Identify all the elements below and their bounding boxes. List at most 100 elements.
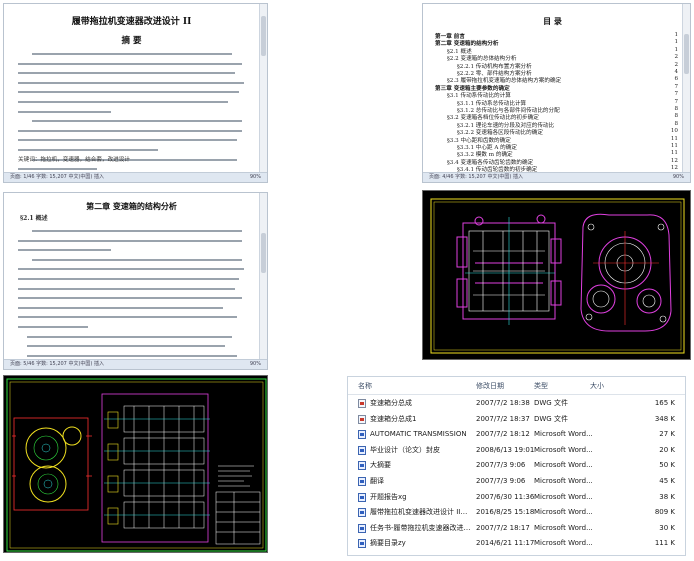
cad-drawing-gearbox-views	[422, 190, 691, 360]
cad-drawing-gearbox-assembly	[3, 375, 268, 553]
file-row[interactable]: 任务书-履带拖拉机变速器改进设计 II 2007/7/2 18:17 Microso…	[352, 522, 685, 535]
scrollbar-thumb[interactable]	[261, 233, 266, 273]
status-text: 页面: 4/46 字数: 15,207 中文(中国) 插入	[429, 174, 523, 180]
toc-entry-page: 12	[670, 165, 678, 172]
status-text: 页面: 1/46 字数: 15,207 中文(中国) 插入	[10, 174, 104, 180]
zoom-level[interactable]: 90%	[673, 173, 684, 182]
file-name: 翻译	[370, 477, 384, 485]
keywords-line: 关键词：拖拉机，变速器，结合套，改进设计	[18, 157, 130, 163]
cad-assembly-canvas	[6, 378, 267, 552]
file-row[interactable]: 翻译 2007/7/3 9:06 Microsoft Word... 45 K	[352, 475, 685, 488]
word-document-chapter2: 第二章 变速箱的结构分析 §2.1 概述 页面: 5/46 字数: 15,207…	[3, 192, 268, 370]
column-header-date[interactable]: 修改日期	[476, 381, 504, 391]
word-file-icon	[358, 461, 366, 471]
status-bar: 页面: 5/46 字数: 15,207 中文(中国) 插入 90%	[4, 359, 267, 369]
column-header-type[interactable]: 类型	[534, 381, 548, 391]
word-file-icon	[358, 430, 366, 440]
toc-entry-page: 12	[670, 157, 678, 164]
file-row[interactable]: 大摘要 2007/7/3 9:06 Microsoft Word... 50 K	[352, 459, 685, 472]
file-date: 2007/7/2 18:38	[476, 399, 530, 407]
document-title: 履带拖拉机变速器改进设计 II	[71, 17, 192, 27]
dwg-file-icon	[358, 414, 366, 424]
toc-entry-page: 11	[670, 143, 678, 149]
file-date: 2007/7/2 18:12	[476, 430, 530, 439]
zoom-level[interactable]: 90%	[250, 360, 261, 369]
file-name: 摘要目录zy	[370, 539, 406, 548]
file-row[interactable]: 变速箱分总成 2007/7/2 18:38 DWG 文件 165 K	[352, 397, 685, 410]
column-header-size[interactable]: 大小	[590, 381, 604, 391]
toc-entry-page: 7	[674, 98, 678, 105]
file-date: 2007/7/3 9:06	[476, 461, 526, 470]
toc-entry-page: 10	[670, 128, 678, 135]
file-row[interactable]: 履带拖拉机变速器改进设计 II（有cad图）2016/8/25 15:18Mic…	[352, 506, 685, 519]
toc-entry-page: 7	[674, 83, 678, 90]
word-file-icon	[358, 508, 366, 518]
toc-entry-page: 2	[674, 54, 678, 61]
file-row[interactable]: AUTOMATIC TRANSMISSION 2007/7/2 18:12 Micr…	[352, 428, 685, 441]
file-date: 2007/7/3 9:06	[476, 477, 526, 485]
vertical-scrollbar[interactable]	[682, 4, 690, 173]
word-document-abstract: 履带拖拉机变速器改进设计 II 摘 要 关键词：拖拉机，变速器，结合套，改进设计…	[3, 3, 268, 183]
file-size: 348 K	[654, 414, 675, 423]
word-document-toc: 目 录 第一章 前言 1 第二章 变速箱的结构分析 1 §2.1 概述 1 §2.2 变速箱…	[422, 3, 691, 183]
word-file-icon	[358, 477, 366, 486]
file-type: Microsoft Word...	[534, 492, 593, 501]
abstract-heading: 摘 要	[121, 36, 142, 46]
file-name: 任务书-履带拖拉机变速器改进设计 II	[370, 523, 474, 532]
file-name: 变速箱分总成1	[370, 414, 417, 423]
toc-entry-page: 8	[674, 106, 678, 112]
scrollbar-thumb[interactable]	[261, 16, 266, 56]
file-date: 2014/6/21 11:17	[476, 539, 535, 548]
toc-entry-page: 6	[674, 76, 678, 83]
file-type: DWG 文件	[534, 414, 568, 423]
file-size: 30 K	[659, 523, 675, 532]
toc-entry-page: 8	[674, 120, 678, 127]
file-name: 大摘要	[370, 461, 391, 470]
word-file-icon	[358, 523, 366, 533]
word-file-icon	[358, 445, 366, 455]
file-row[interactable]: 变速箱分总成1 2007/7/2 18:37 DWG 文件 348 K	[352, 413, 685, 426]
file-date: 2008/6/13 19:01	[476, 445, 535, 454]
file-size: 809 K	[654, 508, 675, 517]
toc-entry-page: 1	[674, 32, 678, 38]
file-row[interactable]: 开题报告xg 2007/6/30 11:36 Microsoft Word... 38…	[352, 491, 685, 504]
toc-entry-page: 8	[674, 113, 678, 120]
toc-entry-page: 2	[674, 61, 678, 68]
file-type: DWG 文件	[534, 399, 568, 407]
column-header-row: 名称 修改日期 类型 大小	[348, 377, 685, 395]
zoom-level[interactable]: 90%	[250, 173, 261, 182]
status-text: 页面: 5/46 字数: 15,207 中文(中国) 插入	[10, 361, 104, 367]
toc-list: 第一章 前言 1 第二章 变速箱的结构分析 1 §2.1 概述 1 §2.2 变速箱的总体结…	[435, 32, 678, 173]
file-explorer-list: 名称 修改日期 类型 大小 变速箱分总成 2007/7/2 18:38 DWG 文件…	[347, 376, 686, 556]
file-date: 2007/7/2 18:37	[476, 414, 530, 423]
file-row[interactable]: 摘要目录zy 2014/6/21 11:17 Microsoft Word... 11…	[352, 537, 685, 550]
cad-drawing-canvas	[430, 198, 685, 354]
file-type: Microsoft Word...	[534, 430, 593, 439]
file-name: 履带拖拉机变速器改进设计 II（有cad图）	[370, 508, 474, 517]
file-size: 111 K	[654, 539, 675, 548]
file-type: Microsoft Word...	[534, 508, 593, 517]
file-name: 开题报告xg	[370, 492, 407, 501]
chapter-title: 第二章 变速箱的结构分析	[86, 201, 177, 211]
file-size: 45 K	[659, 477, 675, 485]
scrollbar-thumb[interactable]	[684, 34, 689, 74]
file-name: 毕业设计（论文）封皮	[370, 445, 440, 454]
toc-entry-page: 4	[674, 69, 678, 75]
status-bar: 页面: 4/46 字数: 15,207 中文(中国) 插入 90%	[423, 172, 690, 182]
column-header-name[interactable]: 名称	[358, 381, 372, 391]
file-name: 变速箱分总成	[370, 399, 412, 407]
toc-entry-page: 11	[670, 150, 678, 157]
vertical-scrollbar[interactable]	[259, 193, 267, 360]
file-row[interactable]: 毕业设计（论文）封皮 2008/6/13 19:01 Microsoft Word.…	[352, 444, 685, 457]
file-type: Microsoft Word...	[534, 477, 593, 485]
vertical-scrollbar[interactable]	[259, 4, 267, 173]
file-date: 2016/8/25 15:18	[476, 508, 535, 517]
dwg-file-icon	[358, 399, 366, 408]
file-size: 27 K	[659, 430, 675, 439]
word-file-icon	[358, 492, 366, 502]
section-heading: §2.1 概述	[20, 215, 48, 222]
toc-entry-page: 1	[674, 39, 678, 46]
file-date: 2007/6/30 11:36	[476, 492, 535, 501]
toc-entry-page: 11	[670, 135, 678, 142]
toc-entry-page: 1	[674, 46, 678, 53]
